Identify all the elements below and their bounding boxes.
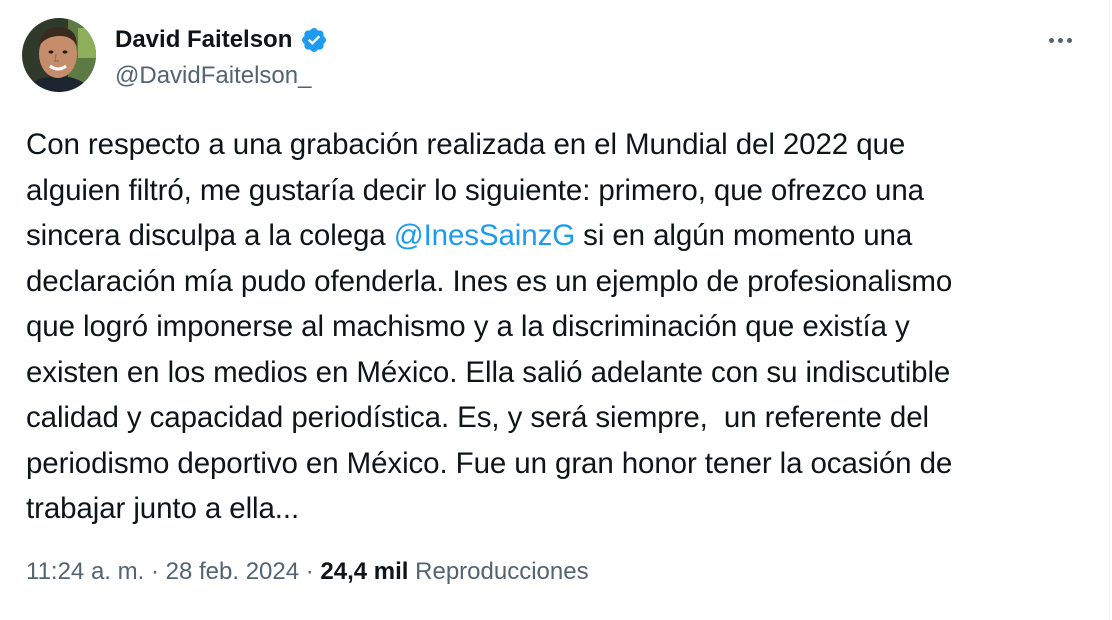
divider (1109, 0, 1110, 620)
tweet-text-segment: Con respecto a una grabación realizada e… (26, 128, 906, 161)
meta-separator: · (299, 558, 321, 585)
avatar-image (22, 18, 96, 92)
tweet-text-line: declaración mía pudo ofenderla. Ines es … (26, 259, 1076, 305)
tweet-metadata: 11:24 a. m. · 28 feb. 2024 · 24,4 mil Re… (26, 554, 589, 590)
tweet-text-line: alguien filtró, me gustaría decir lo sig… (26, 168, 1076, 214)
views-spacer (408, 558, 415, 586)
tweet-text-segment: calidad y capacidad periodística. Es, y … (26, 401, 929, 434)
tweet-text-line: Con respecto a una grabación realizada e… (26, 122, 1076, 168)
author-display-name[interactable]: David Faitelson (115, 26, 292, 54)
tweet: David Faitelson @DavidFaitelson_ Con res… (0, 0, 1112, 620)
tweet-text: Con respecto a una grabación realizada e… (26, 122, 1076, 532)
dot (1048, 37, 1054, 43)
author-handle[interactable]: @DavidFaitelson_ (115, 62, 311, 90)
meta-separator: · (144, 558, 166, 585)
author-name-row: David Faitelson (115, 22, 328, 58)
tweet-text-line: que logró imponerse al machismo y a la d… (26, 304, 1076, 350)
tweet-text-segment: periodismo deportivo en México. Fue un g… (26, 446, 953, 480)
views-label: Reproducciones (415, 558, 589, 585)
tweet-text-segment: sincera disculpa a la colega (26, 219, 394, 252)
tweet-text-line: periodismo deportivo en México. Fue un g… (26, 441, 1076, 487)
mention-link[interactable]: @InesSainzG (394, 219, 575, 252)
tweet-text-segment: existen en los medios en México. Ella sa… (26, 355, 951, 389)
views-count: 24,4 mil (320, 558, 409, 585)
tweet-text-segment: si en algún momento una (575, 219, 913, 252)
tweet-text-segment: que logró imponerse al machismo y a la d… (26, 310, 910, 343)
dot (1066, 37, 1072, 43)
tweet-text-segment: declaración mía pudo ofenderla. Ines es … (26, 264, 953, 298)
tweet-text-line: existen en los medios en México. Ella sa… (26, 350, 1076, 396)
avatar[interactable] (22, 18, 96, 92)
tweet-text-line: calidad y capacidad periodística. Es, y … (26, 395, 1076, 441)
tweet-text-segment: alguien filtró, me gustaría decir lo sig… (26, 173, 924, 207)
tweet-text-line: sincera disculpa a la colega @InesSainzG… (26, 213, 1076, 259)
verified-badge-icon[interactable] (300, 26, 328, 54)
tweet-text-line: trabajar junto a ella... (26, 486, 1076, 532)
more-options-icon[interactable] (1040, 26, 1080, 54)
tweet-text-segment: trabajar junto a ella... (26, 492, 300, 525)
dot (1057, 37, 1063, 43)
tweet-date[interactable]: 28 feb. 2024 (166, 558, 299, 586)
tweet-time[interactable]: 11:24 a. m. (26, 558, 144, 586)
